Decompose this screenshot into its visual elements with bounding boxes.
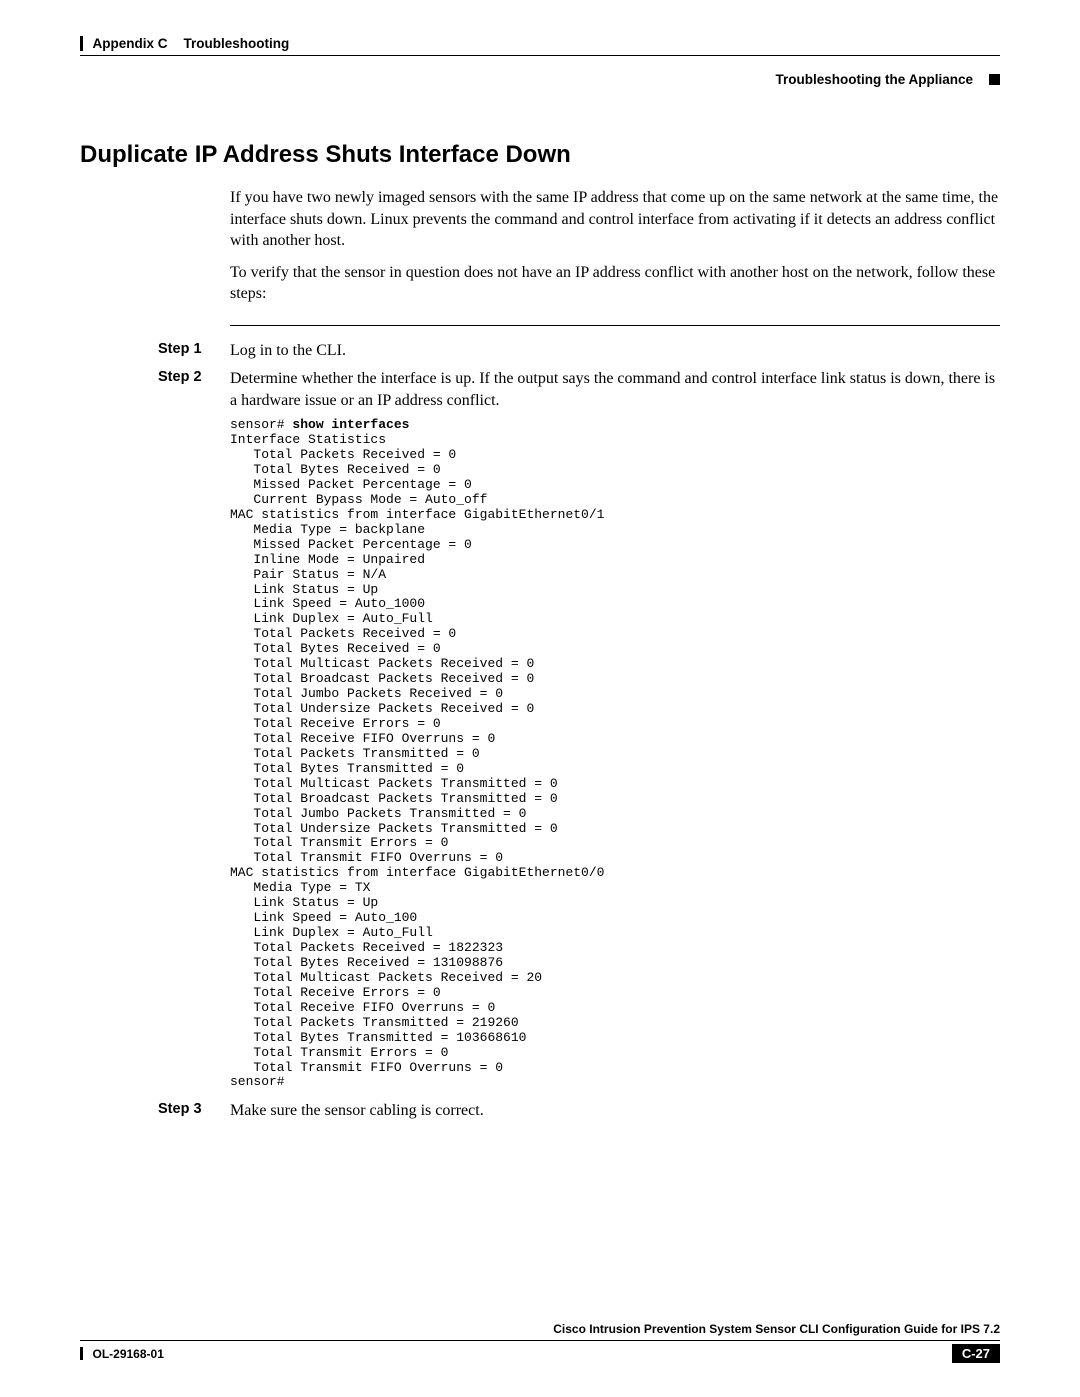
header-rule-icon	[80, 36, 83, 51]
footer-divider	[80, 1340, 1000, 1341]
running-header-right: Troubleshooting the Appliance	[80, 72, 1000, 87]
section-label: Troubleshooting the Appliance	[775, 72, 973, 87]
intro-para-2: To verify that the sensor in question do…	[230, 262, 1000, 305]
cli-output: sensor# show interfaces Interface Statis…	[230, 418, 1000, 1090]
cli-command: show interfaces	[292, 417, 409, 432]
step-1-text: Log in to the CLI.	[230, 340, 1000, 362]
header-divider	[80, 55, 1000, 56]
page-container: Appendix C Troubleshooting Troubleshooti…	[0, 0, 1080, 1397]
section-marker-icon	[989, 74, 1000, 85]
step-1: Step 1 Log in to the CLI.	[80, 340, 1000, 362]
page-title: Duplicate IP Address Shuts Interface Dow…	[80, 141, 1000, 169]
running-header-left: Appendix C Troubleshooting	[80, 36, 1000, 51]
footer-left: OL-29168-01	[80, 1347, 164, 1361]
doc-number: OL-29168-01	[93, 1347, 164, 1361]
step-1-label: Step 1	[158, 340, 230, 362]
step-2: Step 2 Determine whether the interface i…	[80, 368, 1000, 412]
step-3: Step 3 Make sure the sensor cabling is c…	[80, 1100, 1000, 1122]
footer-guide-title: Cisco Intrusion Prevention System Sensor…	[80, 1322, 1000, 1336]
cli-body: Interface Statistics Total Packets Recei…	[230, 432, 604, 1089]
step-2-label: Step 2	[158, 368, 230, 412]
step-2-text: Determine whether the interface is up. I…	[230, 368, 1000, 412]
footer-rule-icon	[80, 1347, 83, 1360]
intro-block: If you have two newly imaged sensors wit…	[230, 187, 1000, 305]
footer-bar: OL-29168-01 C-27	[80, 1344, 1000, 1363]
page-footer: Cisco Intrusion Prevention System Sensor…	[80, 1322, 1000, 1363]
cli-prompt: sensor#	[230, 417, 292, 432]
intro-para-1: If you have two newly imaged sensors wit…	[230, 187, 1000, 252]
step-3-text: Make sure the sensor cabling is correct.	[230, 1100, 1000, 1122]
steps-divider	[230, 325, 1000, 326]
appendix-label: Appendix C	[93, 36, 168, 51]
chapter-label: Troubleshooting	[184, 36, 290, 51]
step-3-label: Step 3	[158, 1100, 230, 1122]
page-number: C-27	[952, 1344, 1000, 1363]
